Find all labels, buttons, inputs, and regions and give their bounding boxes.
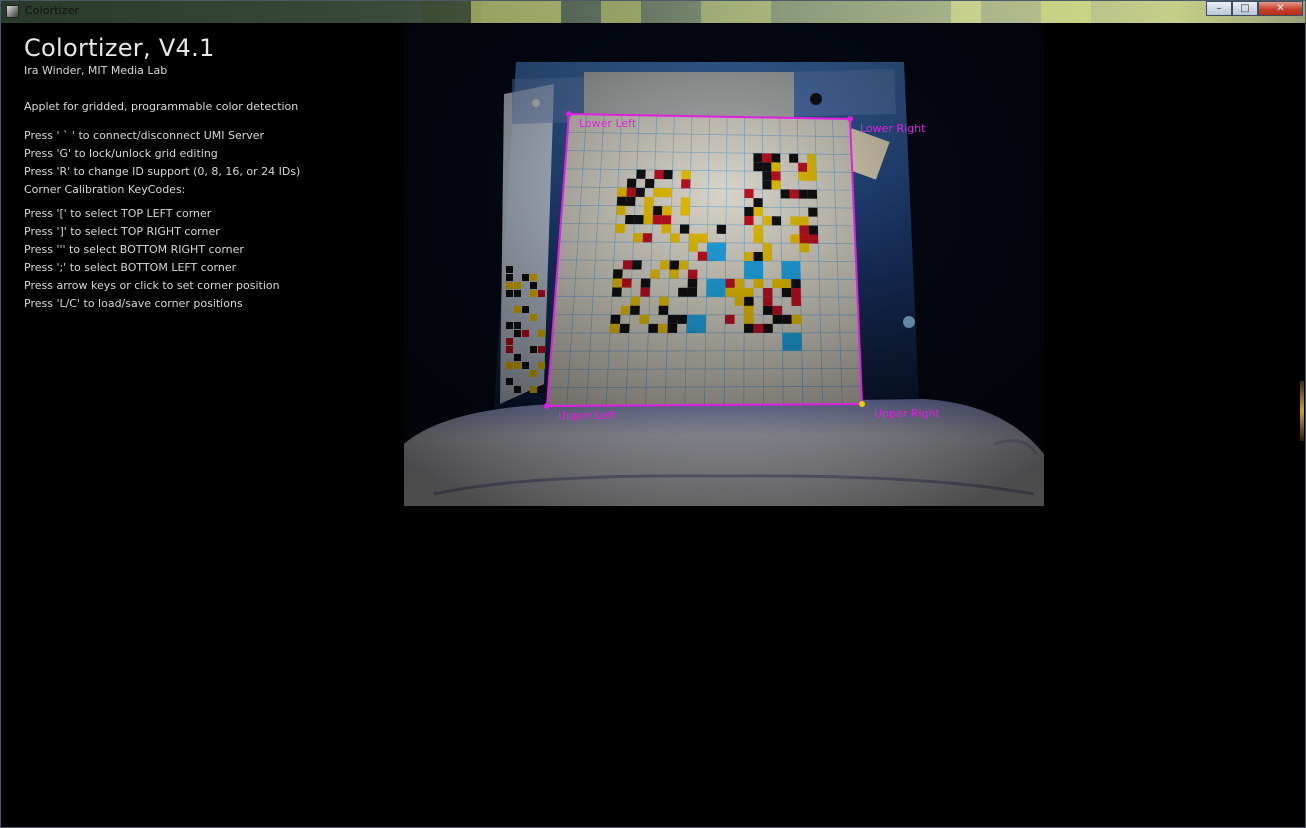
help-corner-list: Press '[' to select TOP LEFT corner Pres… xyxy=(24,207,280,315)
camera-scene xyxy=(404,24,1044,506)
window-controls: – □ ✕ xyxy=(1206,1,1303,16)
help-line: Press 'R' to change ID support (0, 8, 16… xyxy=(24,165,301,178)
help-line: Press 'G' to lock/unlock grid editing xyxy=(24,147,218,160)
help-line: Press ' ` ' to connect/disconnect UMI Se… xyxy=(24,129,265,142)
help-line: Corner Calibration KeyCodes: xyxy=(24,183,186,196)
help-line: Press 'L/C' to load/save corner position… xyxy=(24,297,243,310)
window-title: Colortizer xyxy=(25,4,80,17)
corner-label-lower-left: Lower Left xyxy=(579,117,637,130)
author-credit: Ira Winder, MIT Media Lab xyxy=(24,64,168,77)
app-title: Colortizer, V4.1 xyxy=(24,34,215,62)
help-general-list: Press ' ` ' to connect/disconnect UMI Se… xyxy=(24,129,300,201)
close-button[interactable]: ✕ xyxy=(1258,1,1303,16)
help-line: Press '[' to select TOP LEFT corner xyxy=(24,207,212,220)
corner-label-upper-right: Upper Right xyxy=(874,407,940,420)
app-icon xyxy=(6,5,19,18)
edge-artifact xyxy=(1300,381,1304,441)
minimize-button[interactable]: – xyxy=(1206,1,1232,16)
title-bar[interactable]: Colortizer – □ ✕ xyxy=(1,1,1305,23)
corner-label-lower-right: Lower Right xyxy=(860,122,926,135)
help-line: Press ']' to select TOP RIGHT corner xyxy=(24,225,220,238)
application-window: Colortizer – □ ✕ Colortizer, V4.1 Ira Wi… xyxy=(0,0,1306,828)
help-line: Press ''' to select BOTTOM RIGHT corner xyxy=(24,243,244,256)
help-line: Press arrow keys or click to set corner … xyxy=(24,279,280,292)
maximize-button[interactable]: □ xyxy=(1232,1,1258,16)
camera-feed[interactable]: Lower Left Lower Right Upper Left Upper … xyxy=(404,24,1044,506)
help-line: Press ';' to select BOTTOM LEFT corner xyxy=(24,261,237,274)
app-description: Applet for gridded, programmable color d… xyxy=(24,100,299,113)
corner-label-upper-left: Upper Left xyxy=(558,409,616,422)
